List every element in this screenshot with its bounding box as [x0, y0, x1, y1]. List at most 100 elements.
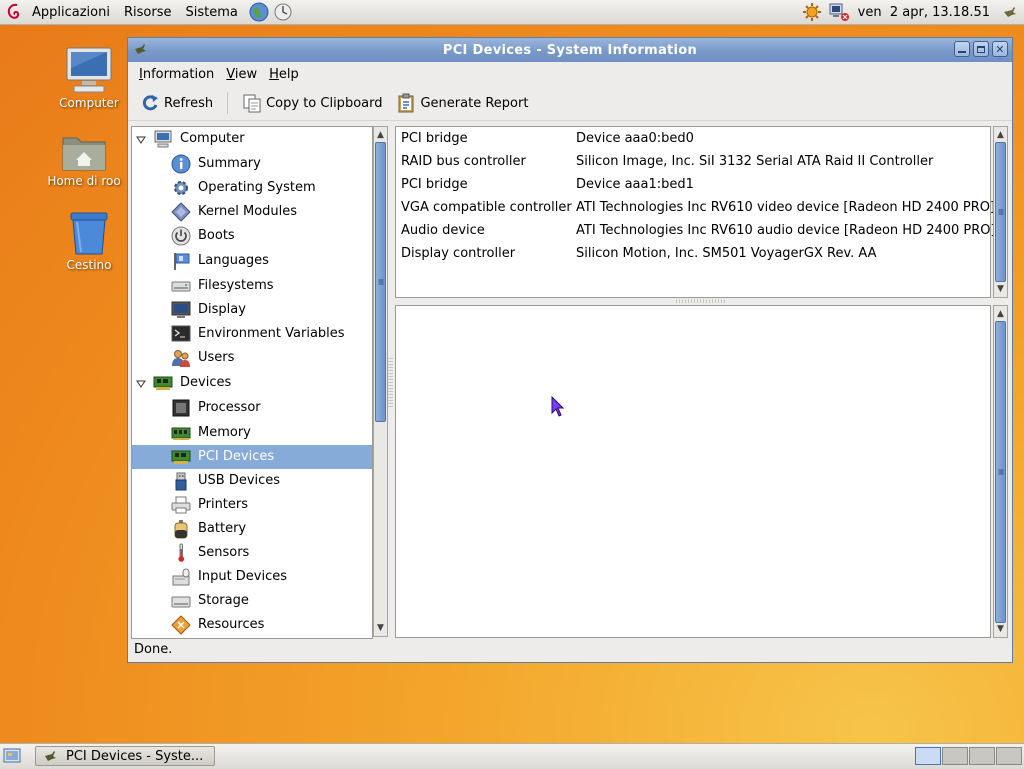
refresh-button[interactable]: Refresh	[136, 90, 217, 116]
tree-item-label: PCI Devices	[198, 449, 275, 464]
report-label: Generate Report	[420, 95, 529, 111]
tree-item-environment-variables[interactable]: Environment Variables	[132, 322, 372, 346]
expander-expanded-icon[interactable]	[136, 378, 146, 393]
scroll-up-icon[interactable]: ▲	[374, 128, 387, 142]
tree-item-summary[interactable]: Summary	[132, 152, 372, 176]
workspace-4[interactable]	[996, 747, 1022, 765]
tree-item-processor[interactable]: Processor	[132, 396, 372, 420]
tree-item-memory[interactable]: Memory	[132, 421, 372, 445]
minimize-button[interactable]	[954, 41, 970, 57]
tree-item-printers[interactable]: Printers	[132, 493, 372, 517]
tree-item-label: Filesystems	[198, 278, 274, 293]
device-row[interactable]: VGA compatible controller ATI Technologi…	[396, 196, 995, 219]
home-folder-icon	[61, 132, 107, 172]
maximize-button[interactable]	[973, 41, 989, 57]
tree-item-label: Environment Variables	[198, 326, 345, 341]
device-type: RAID bus controller	[401, 154, 526, 169]
clock[interactable]: ven 2 apr, 13.18.51	[858, 5, 990, 20]
device-row[interactable]: PCI bridge Device aaa0:bed0	[396, 127, 990, 150]
pane-resize-handle[interactable]	[388, 358, 393, 408]
device-list-scrollbar[interactable]: ▲ ▼	[993, 126, 1008, 298]
menu-help[interactable]: Help	[264, 65, 304, 84]
tree-item-pci-devices[interactable]: PCI Devices	[132, 445, 372, 469]
tree-item-label: Printers	[198, 497, 249, 512]
detail-scrollbar[interactable]: ▲ ▼	[993, 305, 1008, 638]
scroll-down-icon[interactable]: ▼	[994, 282, 1007, 296]
refresh-icon	[140, 93, 160, 113]
device-row[interactable]: Display controller Silicon Motion, Inc. …	[396, 242, 990, 265]
tree-item-operating-system[interactable]: Operating System	[132, 176, 372, 200]
update-notifier-icon[interactable]	[802, 2, 822, 22]
tree-category-devices[interactable]: Devices	[132, 371, 372, 395]
tree-category-computer[interactable]: Computer	[132, 127, 372, 151]
tree-item-usb-devices[interactable]: USB Devices	[132, 469, 372, 493]
network-disconnected-icon[interactable]	[828, 2, 850, 22]
scroll-down-icon[interactable]: ▼	[374, 621, 387, 635]
copy-to-clipboard-button[interactable]: Copy to Clipboard	[238, 90, 386, 116]
tree-item-sensors[interactable]: Sensors	[132, 541, 372, 565]
scroll-up-icon[interactable]: ▲	[994, 307, 1007, 321]
desktop-icon-home[interactable]: Home di roo	[39, 132, 129, 188]
applet-icon[interactable]	[1002, 4, 1018, 20]
pci-card-icon	[171, 447, 191, 467]
tree-item-label: Memory	[198, 425, 251, 440]
device-type: Audio device	[401, 223, 485, 238]
workspace-1[interactable]	[915, 747, 941, 765]
device-row[interactable]: Audio device ATI Technologies Inc RV610 …	[396, 219, 996, 242]
workspace-3[interactable]	[969, 747, 995, 765]
mail-launcher-icon[interactable]	[272, 1, 294, 23]
scroll-up-icon[interactable]: ▲	[994, 128, 1007, 142]
scrollbar-thumb[interactable]	[995, 321, 1006, 623]
device-name: Device aaa1:bed1	[576, 177, 694, 192]
close-button[interactable]: ✕	[992, 41, 1008, 57]
menu-applicazioni[interactable]: Applicazioni	[26, 3, 116, 22]
desktop-icon-trash[interactable]: Cestino	[39, 210, 139, 272]
scroll-down-icon[interactable]: ▼	[994, 622, 1007, 636]
tree-item-resources[interactable]: Resources	[132, 613, 372, 637]
tree-scrollbar[interactable]: ▲ ▼	[373, 126, 388, 637]
device-type: PCI bridge	[401, 131, 468, 146]
desktop-icon-computer[interactable]: Computer	[39, 46, 139, 110]
window-titlebar[interactable]: PCI Devices - System Information ✕	[128, 38, 1012, 62]
tree-category-label: Computer	[180, 131, 245, 146]
workspace-2[interactable]	[942, 747, 968, 765]
tree-item-languages[interactable]: Languages	[132, 249, 372, 273]
device-row[interactable]: PCI bridge Device aaa1:bed1	[396, 173, 990, 196]
menu-mnemonic: H	[269, 66, 279, 82]
menu-sistema[interactable]: Sistema	[179, 3, 243, 22]
window-title: PCI Devices - System Information	[442, 42, 698, 58]
scrollbar-thumb[interactable]	[375, 142, 386, 422]
tree-item-users[interactable]: Users	[132, 346, 372, 370]
expander-expanded-icon[interactable]	[136, 134, 146, 149]
menu-information[interactable]: Information	[134, 65, 219, 84]
tree-item-label: Battery	[198, 521, 247, 536]
tree-item-battery[interactable]: Battery	[132, 517, 372, 541]
generate-report-button[interactable]: Generate Report	[392, 90, 532, 116]
users-icon	[171, 348, 191, 368]
computer-icon	[64, 46, 114, 94]
pci-card-icon	[153, 373, 173, 393]
show-desktop-icon[interactable]	[3, 747, 21, 765]
tree-item-boots[interactable]: Boots	[132, 224, 372, 248]
battery-icon	[171, 519, 191, 539]
menu-view[interactable]: View	[221, 65, 262, 84]
pane-resize-handle-horizontal[interactable]	[676, 299, 726, 303]
tree-item-label: Users	[198, 350, 235, 365]
tree-category-label: Devices	[180, 375, 232, 390]
tree-item-input-devices[interactable]: Input Devices	[132, 565, 372, 589]
device-type: VGA compatible controller	[401, 200, 572, 215]
taskbar-button-system-information[interactable]: PCI Devices - Syste...	[35, 746, 215, 766]
web-browser-launcher-icon[interactable]	[248, 1, 270, 23]
thermometer-icon	[171, 543, 191, 563]
device-row[interactable]: RAID bus controller Silicon Image, Inc. …	[396, 150, 990, 173]
scrollbar-thumb[interactable]	[995, 142, 1006, 282]
tree-item-display[interactable]: Display	[132, 298, 372, 322]
tree-item-filesystems[interactable]: Filesystems	[132, 274, 372, 298]
menu-risorse[interactable]: Risorse	[118, 3, 178, 22]
top-panel: Applicazioni Risorse Sistema ven 2 apr, …	[0, 0, 1024, 25]
window-menu-icon[interactable]	[134, 42, 148, 60]
debian-logo-icon[interactable]	[6, 2, 24, 22]
tree-item-kernel-modules[interactable]: Kernel Modules	[132, 200, 372, 224]
tree-item-storage[interactable]: Storage	[132, 589, 372, 613]
refresh-label: Refresh	[164, 95, 214, 111]
